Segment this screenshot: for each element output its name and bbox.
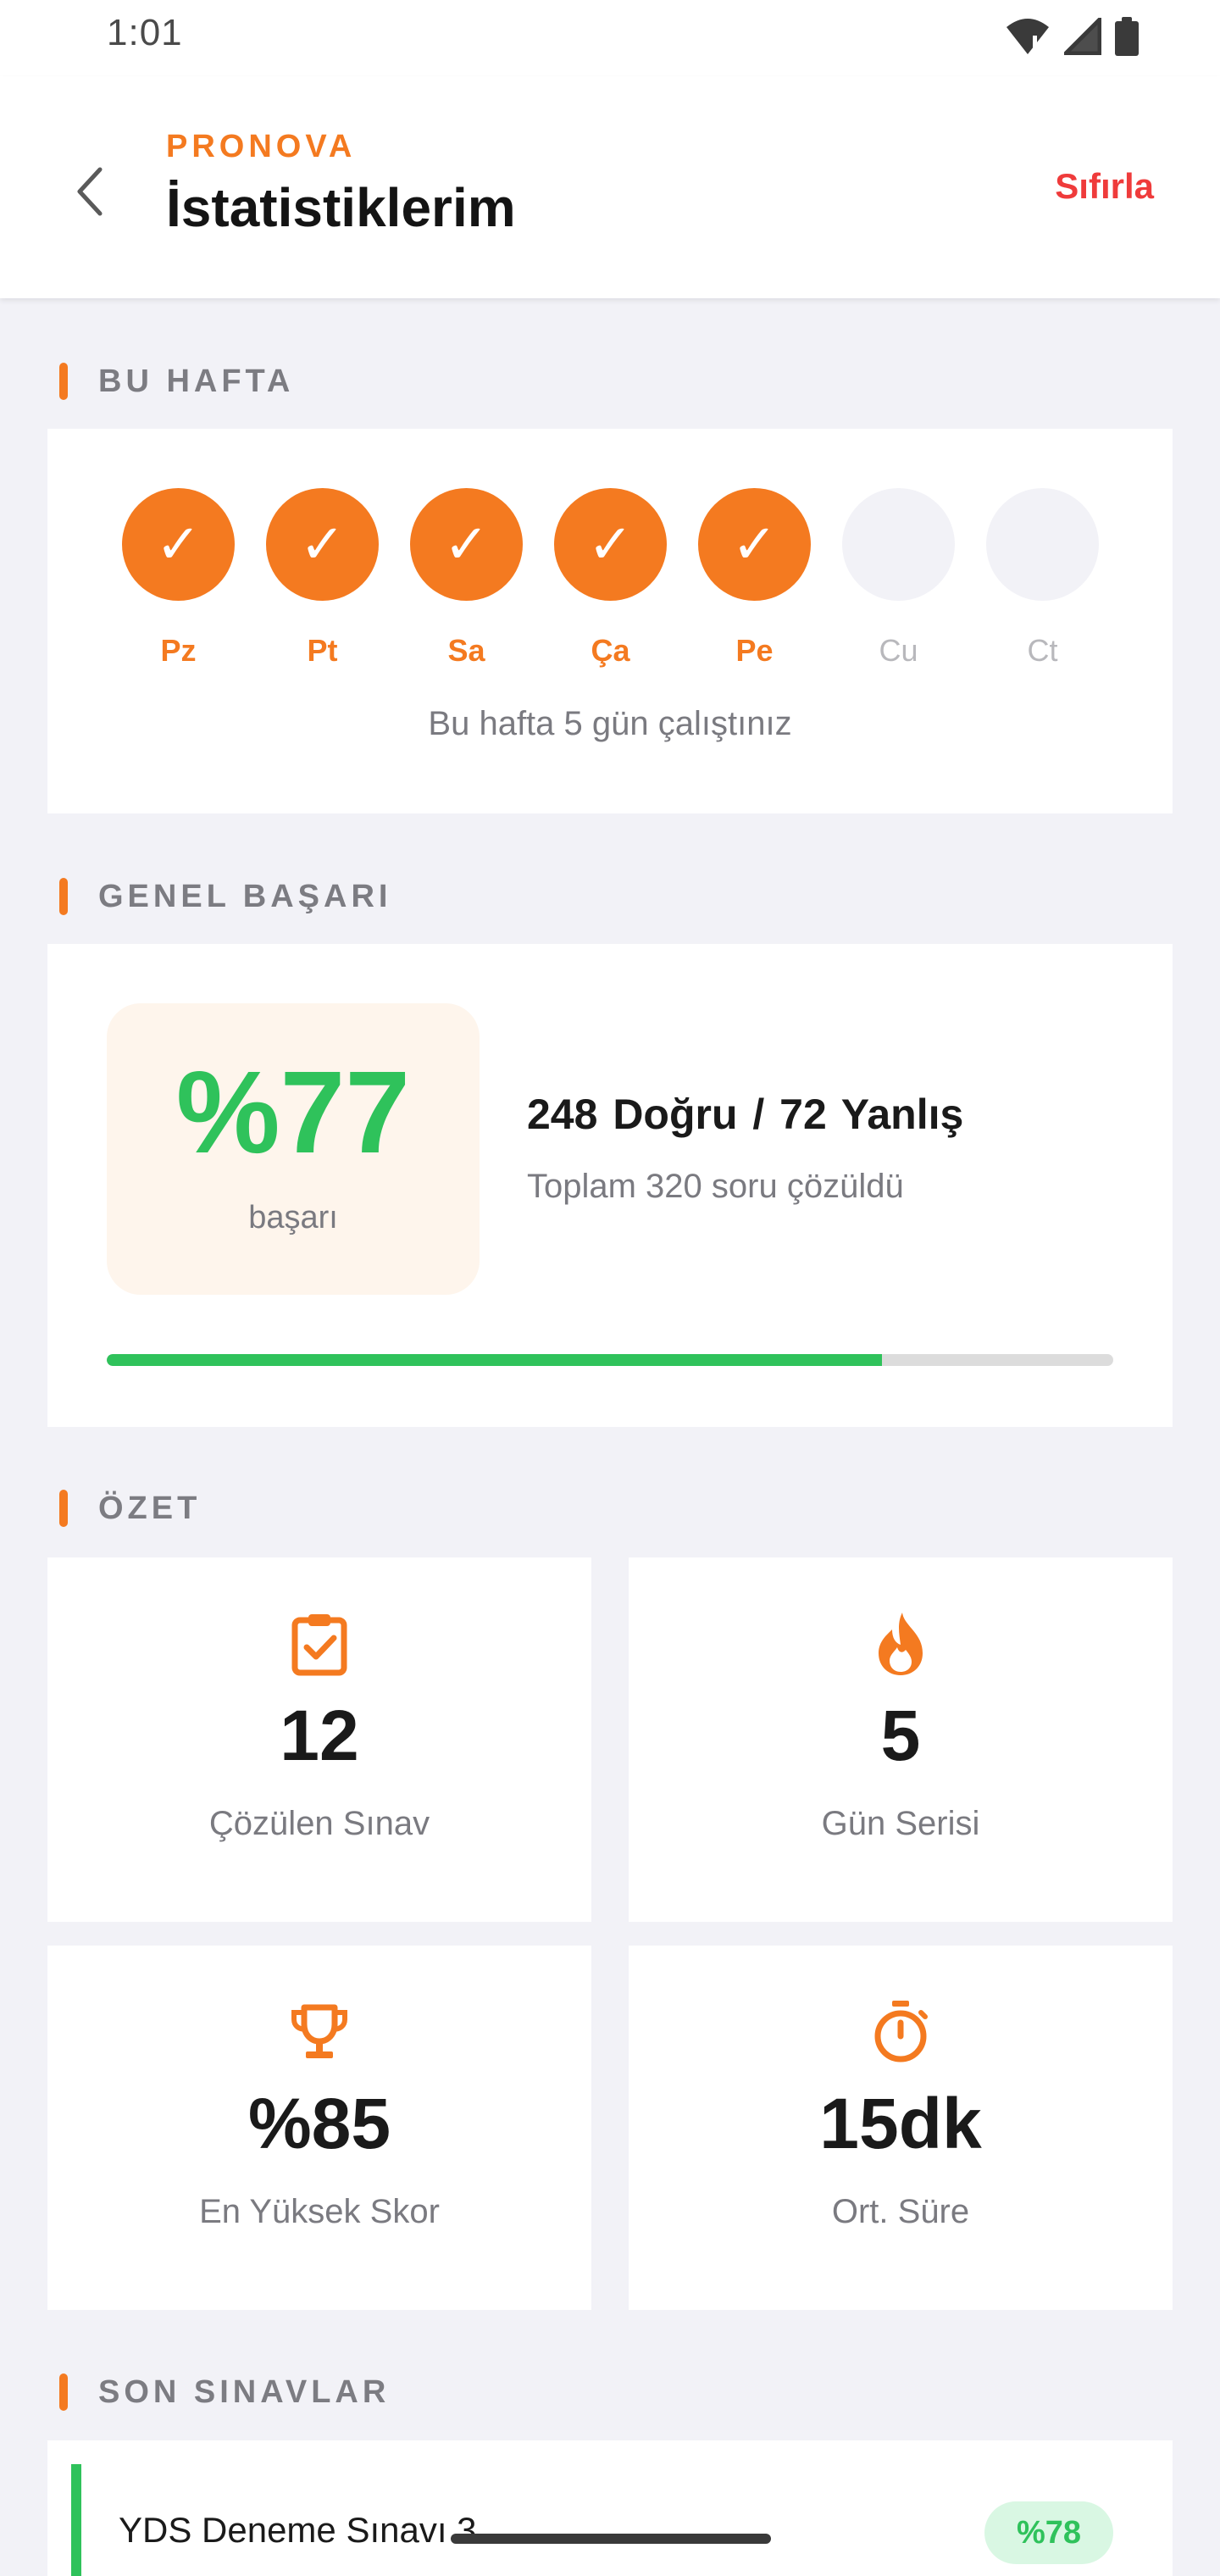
- score-box: %77 başarı: [107, 1003, 480, 1295]
- day-label: Ça: [591, 633, 630, 668]
- home-indicator[interactable]: [451, 2534, 771, 2544]
- section-title-label: BU HAFTA: [98, 363, 295, 399]
- stat-card-high-score: %85 En Yüksek Skor: [47, 1946, 591, 2310]
- section-title-label: ÖZET: [98, 1490, 202, 1526]
- total-questions: Toplam 320 soru çözüldü: [527, 1168, 904, 1205]
- day-circle: ✓: [266, 488, 379, 601]
- stat-value: 5: [880, 1696, 921, 1775]
- success-progress-bar: [107, 1354, 1113, 1366]
- section-accent-bar: [59, 878, 68, 915]
- week-card: ✓ Pz ✓ Pt ✓ Sa ✓ Ça ✓ Pe Cu Ct Bu hafta …: [47, 429, 1173, 813]
- day-item: ✓ Pz: [122, 488, 235, 669]
- section-title-summary: ÖZET: [59, 1487, 201, 1530]
- brand-label: PRONOVA: [166, 129, 357, 164]
- battery-icon: [1115, 17, 1139, 56]
- day-circle: [842, 488, 955, 601]
- success-card: %77 başarı 248 Doğru / 72 Yanlış Toplam …: [47, 944, 1173, 1427]
- check-icon: ✓: [299, 514, 346, 575]
- trophy-icon: [289, 1998, 350, 2066]
- section-title-week: BU HAFTA: [59, 360, 294, 402]
- week-summary: Bu hafta 5 gün çalıştınız: [428, 705, 792, 742]
- section-title-recent: SON SINAVLAR: [59, 2371, 390, 2413]
- day-item: ✓ Ça: [554, 488, 667, 669]
- day-circle: ✓: [554, 488, 667, 601]
- correct-wrong-counts: 248 Doğru / 72 Yanlış: [527, 1091, 964, 1138]
- stat-value: %85: [247, 2084, 391, 2163]
- success-percentage: %77: [175, 1047, 411, 1178]
- status-icons: [1005, 17, 1139, 56]
- day-item: ✓ Pe: [698, 488, 811, 669]
- recent-exam-score-badge: %78: [984, 2501, 1113, 2564]
- success-progress-fill: [107, 1354, 882, 1366]
- stat-label: Gün Serisi: [821, 1805, 980, 1842]
- day-circle: ✓: [698, 488, 811, 601]
- stat-value: 15dk: [819, 2084, 982, 2163]
- signal-icon: [1064, 18, 1101, 55]
- stat-value: 12: [280, 1696, 359, 1775]
- reset-button[interactable]: Sıfırla: [1055, 166, 1154, 207]
- day-item: Ct: [986, 488, 1099, 669]
- section-accent-bar: [59, 1490, 68, 1527]
- day-item: ✓ Sa: [410, 488, 523, 669]
- day-label: Pe: [735, 633, 774, 668]
- day-circle: ✓: [410, 488, 523, 601]
- app-header: PRONOVA İstatistiklerim Sıfırla: [0, 76, 1220, 298]
- day-label: Ct: [1027, 633, 1058, 668]
- day-circle: ✓: [122, 488, 235, 601]
- stat-card-exams: 12 Çözülen Sınav: [47, 1557, 591, 1922]
- status-time: 1:01: [107, 12, 183, 53]
- page-title: İstatistiklerim: [166, 177, 516, 238]
- section-title-label: GENEL BAŞARI: [98, 878, 392, 914]
- day-item: ✓ Pt: [266, 488, 379, 669]
- day-label: Pt: [307, 633, 338, 668]
- wifi-icon: [1006, 19, 1049, 54]
- stat-card-avg-time: 15dk Ort. Süre: [629, 1946, 1173, 2310]
- stat-card-streak: 5 Gün Serisi: [629, 1557, 1173, 1922]
- timer-icon: [872, 1998, 929, 2066]
- week-days: ✓ Pz ✓ Pt ✓ Sa ✓ Ça ✓ Pe Cu Ct: [122, 488, 1099, 669]
- day-label: Sa: [447, 633, 485, 668]
- recent-exam-accent: [71, 2464, 81, 2576]
- check-icon: ✓: [731, 514, 778, 575]
- section-accent-bar: [59, 2373, 68, 2411]
- recent-exam-name: YDS Deneme Sınavı 3: [119, 2510, 477, 2550]
- day-item: Cu: [842, 488, 955, 669]
- success-label: başarı: [248, 1200, 338, 1235]
- stat-label: Çözülen Sınav: [208, 1805, 430, 1842]
- chevron-left-icon: [77, 167, 103, 216]
- day-circle: [986, 488, 1099, 601]
- day-label: Cu: [879, 633, 918, 668]
- status-bar: 1:01: [0, 0, 1220, 76]
- stat-label: En Yüksek Skor: [199, 2193, 440, 2230]
- recent-exam-item[interactable]: YDS Deneme Sınavı 3 %78: [47, 2440, 1173, 2576]
- section-title-label: SON SINAVLAR: [98, 2373, 391, 2410]
- stat-label: Ort. Süre: [831, 2193, 970, 2230]
- check-icon: ✓: [443, 514, 490, 575]
- section-title-success: GENEL BAŞARI: [59, 875, 391, 918]
- clipboard-check-icon: [290, 1610, 349, 1678]
- day-label: Pz: [160, 633, 197, 668]
- fire-icon: [873, 1610, 928, 1678]
- check-icon: ✓: [587, 514, 634, 575]
- back-button[interactable]: [56, 158, 124, 225]
- check-icon: ✓: [155, 514, 202, 575]
- section-accent-bar: [59, 363, 68, 400]
